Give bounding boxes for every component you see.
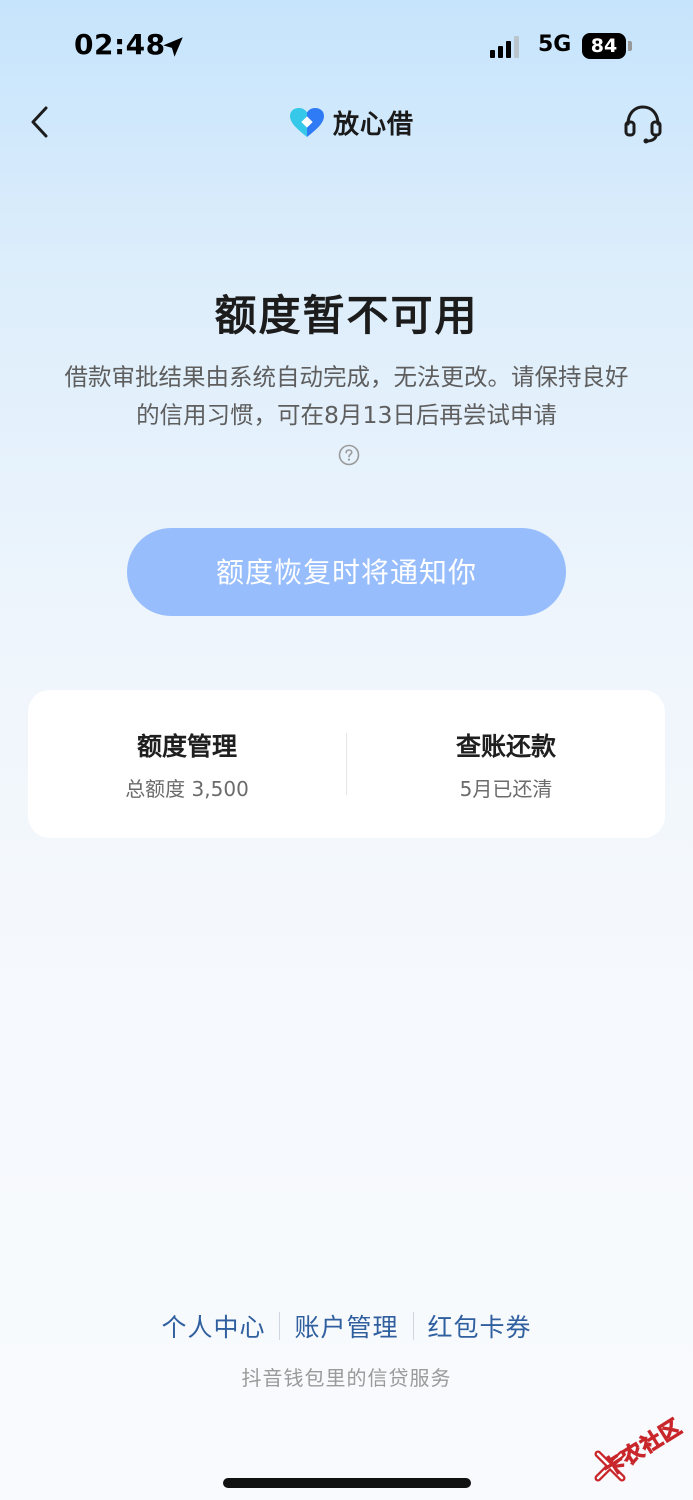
battery-level: 84 — [582, 33, 626, 59]
footer-note: 抖音钱包里的信贷服务 — [241, 1366, 452, 1390]
battery-icon: 84 — [582, 33, 632, 59]
network-type: 5G — [538, 32, 572, 57]
footer-link-personal-center[interactable]: 个人中心 — [147, 1308, 279, 1344]
brand: 放心借 — [289, 104, 414, 141]
brand-name: 放心借 — [333, 110, 415, 140]
question-circle-icon[interactable] — [338, 444, 360, 466]
back-button[interactable] — [20, 100, 60, 144]
status-time: 02:48 — [74, 28, 166, 61]
total-limit-value: 总额度 3,500 — [125, 776, 249, 801]
signal-bars-icon — [490, 34, 519, 58]
footer-links: 个人中心 账户管理 红包卡券 — [0, 1308, 693, 1344]
credit-limit-title: 额度管理 — [136, 731, 237, 761]
location-arrow-icon — [163, 37, 183, 57]
account-summary-card: 额度管理 总额度 3,500 查账还款 5月已还清 — [28, 690, 665, 838]
page-title: 额度暂不可用 — [214, 291, 479, 340]
headset-icon[interactable] — [620, 100, 666, 146]
bill-repayment[interactable]: 查账还款 5月已还清 — [347, 690, 665, 838]
home-indicator[interactable] — [223, 1478, 471, 1488]
credit-limit-management[interactable]: 额度管理 总额度 3,500 — [28, 690, 346, 838]
repayment-status: 5月已还清 — [459, 776, 553, 801]
watermark: 卡农社区 — [586, 1402, 693, 1488]
result-description: 借款审批结果由系统自动完成，无法更改。请保持良好的信用习惯，可在8月13日后再尝… — [64, 363, 629, 429]
chevron-left-icon — [31, 106, 48, 138]
notify-when-restored-button[interactable]: 额度恢复时将通知你 — [127, 528, 566, 616]
footer-link-account-management[interactable]: 账户管理 — [280, 1308, 412, 1344]
footer-link-coupons[interactable]: 红包卡券 — [414, 1308, 546, 1344]
bill-repayment-title: 查账还款 — [455, 731, 556, 761]
brand-logo-icon — [290, 107, 324, 137]
